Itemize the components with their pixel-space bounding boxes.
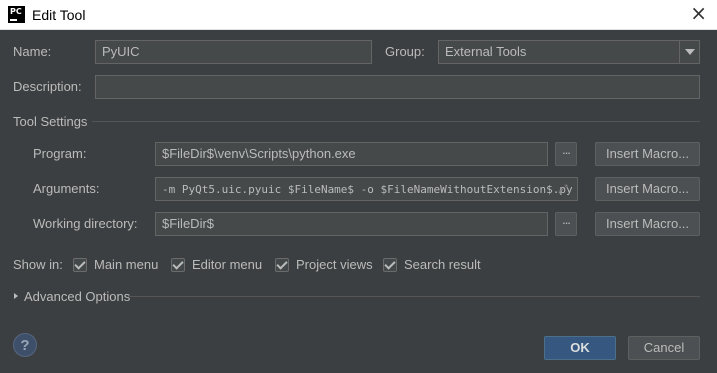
arguments-label: Arguments: xyxy=(33,181,100,196)
group-select[interactable]: External Tools xyxy=(438,40,700,64)
main-menu-label[interactable]: Main menu xyxy=(94,257,158,272)
description-input[interactable] xyxy=(95,75,700,99)
advanced-options-toggle[interactable]: Advanced Options xyxy=(24,289,130,304)
editor-menu-label[interactable]: Editor menu xyxy=(192,257,262,272)
program-browse-button[interactable]: ... xyxy=(555,142,577,166)
arguments-input[interactable]: -m PyQt5.uic.pyuic $FileName$ -o $FileNa… xyxy=(155,177,578,201)
search-result-checkbox[interactable] xyxy=(383,258,397,272)
expand-arrow-icon[interactable] xyxy=(14,293,18,299)
title-bar: PC Edit Tool × xyxy=(0,0,717,30)
arguments-value: -m PyQt5.uic.pyuic $FileName$ -o $FileNa… xyxy=(162,183,573,196)
window-title: Edit Tool xyxy=(32,7,86,23)
app-icon-text: PC xyxy=(10,7,22,16)
search-result-label[interactable]: Search result xyxy=(404,257,481,272)
editor-menu-checkbox[interactable] xyxy=(171,258,185,272)
project-views-label[interactable]: Project views xyxy=(296,257,373,272)
section-divider xyxy=(92,121,700,122)
working-directory-input[interactable]: $FileDir$ xyxy=(155,212,548,236)
arguments-insert-macro-button[interactable]: Insert Macro... xyxy=(595,177,700,201)
name-label: Name: xyxy=(13,44,52,59)
ok-button[interactable]: OK xyxy=(544,336,616,360)
working-directory-browse-button[interactable]: ... xyxy=(555,212,577,236)
help-icon[interactable]: ? xyxy=(13,333,37,357)
project-views-checkbox[interactable] xyxy=(275,258,289,272)
tool-settings-heading: Tool Settings xyxy=(13,114,88,129)
close-icon[interactable]: × xyxy=(690,3,707,23)
main-menu-checkbox[interactable] xyxy=(73,258,87,272)
chevron-down-icon[interactable] xyxy=(679,41,699,63)
name-input[interactable]: PyUIC xyxy=(95,40,372,64)
working-directory-label: Working directory: xyxy=(33,216,138,231)
group-select-value: External Tools xyxy=(445,44,527,59)
program-insert-macro-button[interactable]: Insert Macro... xyxy=(595,142,700,166)
advanced-divider xyxy=(128,296,700,297)
program-label: Program: xyxy=(33,146,87,161)
group-label: Group: xyxy=(385,44,425,59)
expand-icon[interactable]: ⤢ xyxy=(558,182,572,196)
cancel-button[interactable]: Cancel xyxy=(628,336,700,360)
program-input[interactable]: $FileDir$\venv\Scripts\python.exe xyxy=(155,142,548,166)
working-directory-insert-macro-button[interactable]: Insert Macro... xyxy=(595,212,700,236)
pycharm-app-icon: PC xyxy=(8,6,25,23)
show-in-label: Show in: xyxy=(13,257,63,272)
description-label: Description: xyxy=(13,79,82,94)
